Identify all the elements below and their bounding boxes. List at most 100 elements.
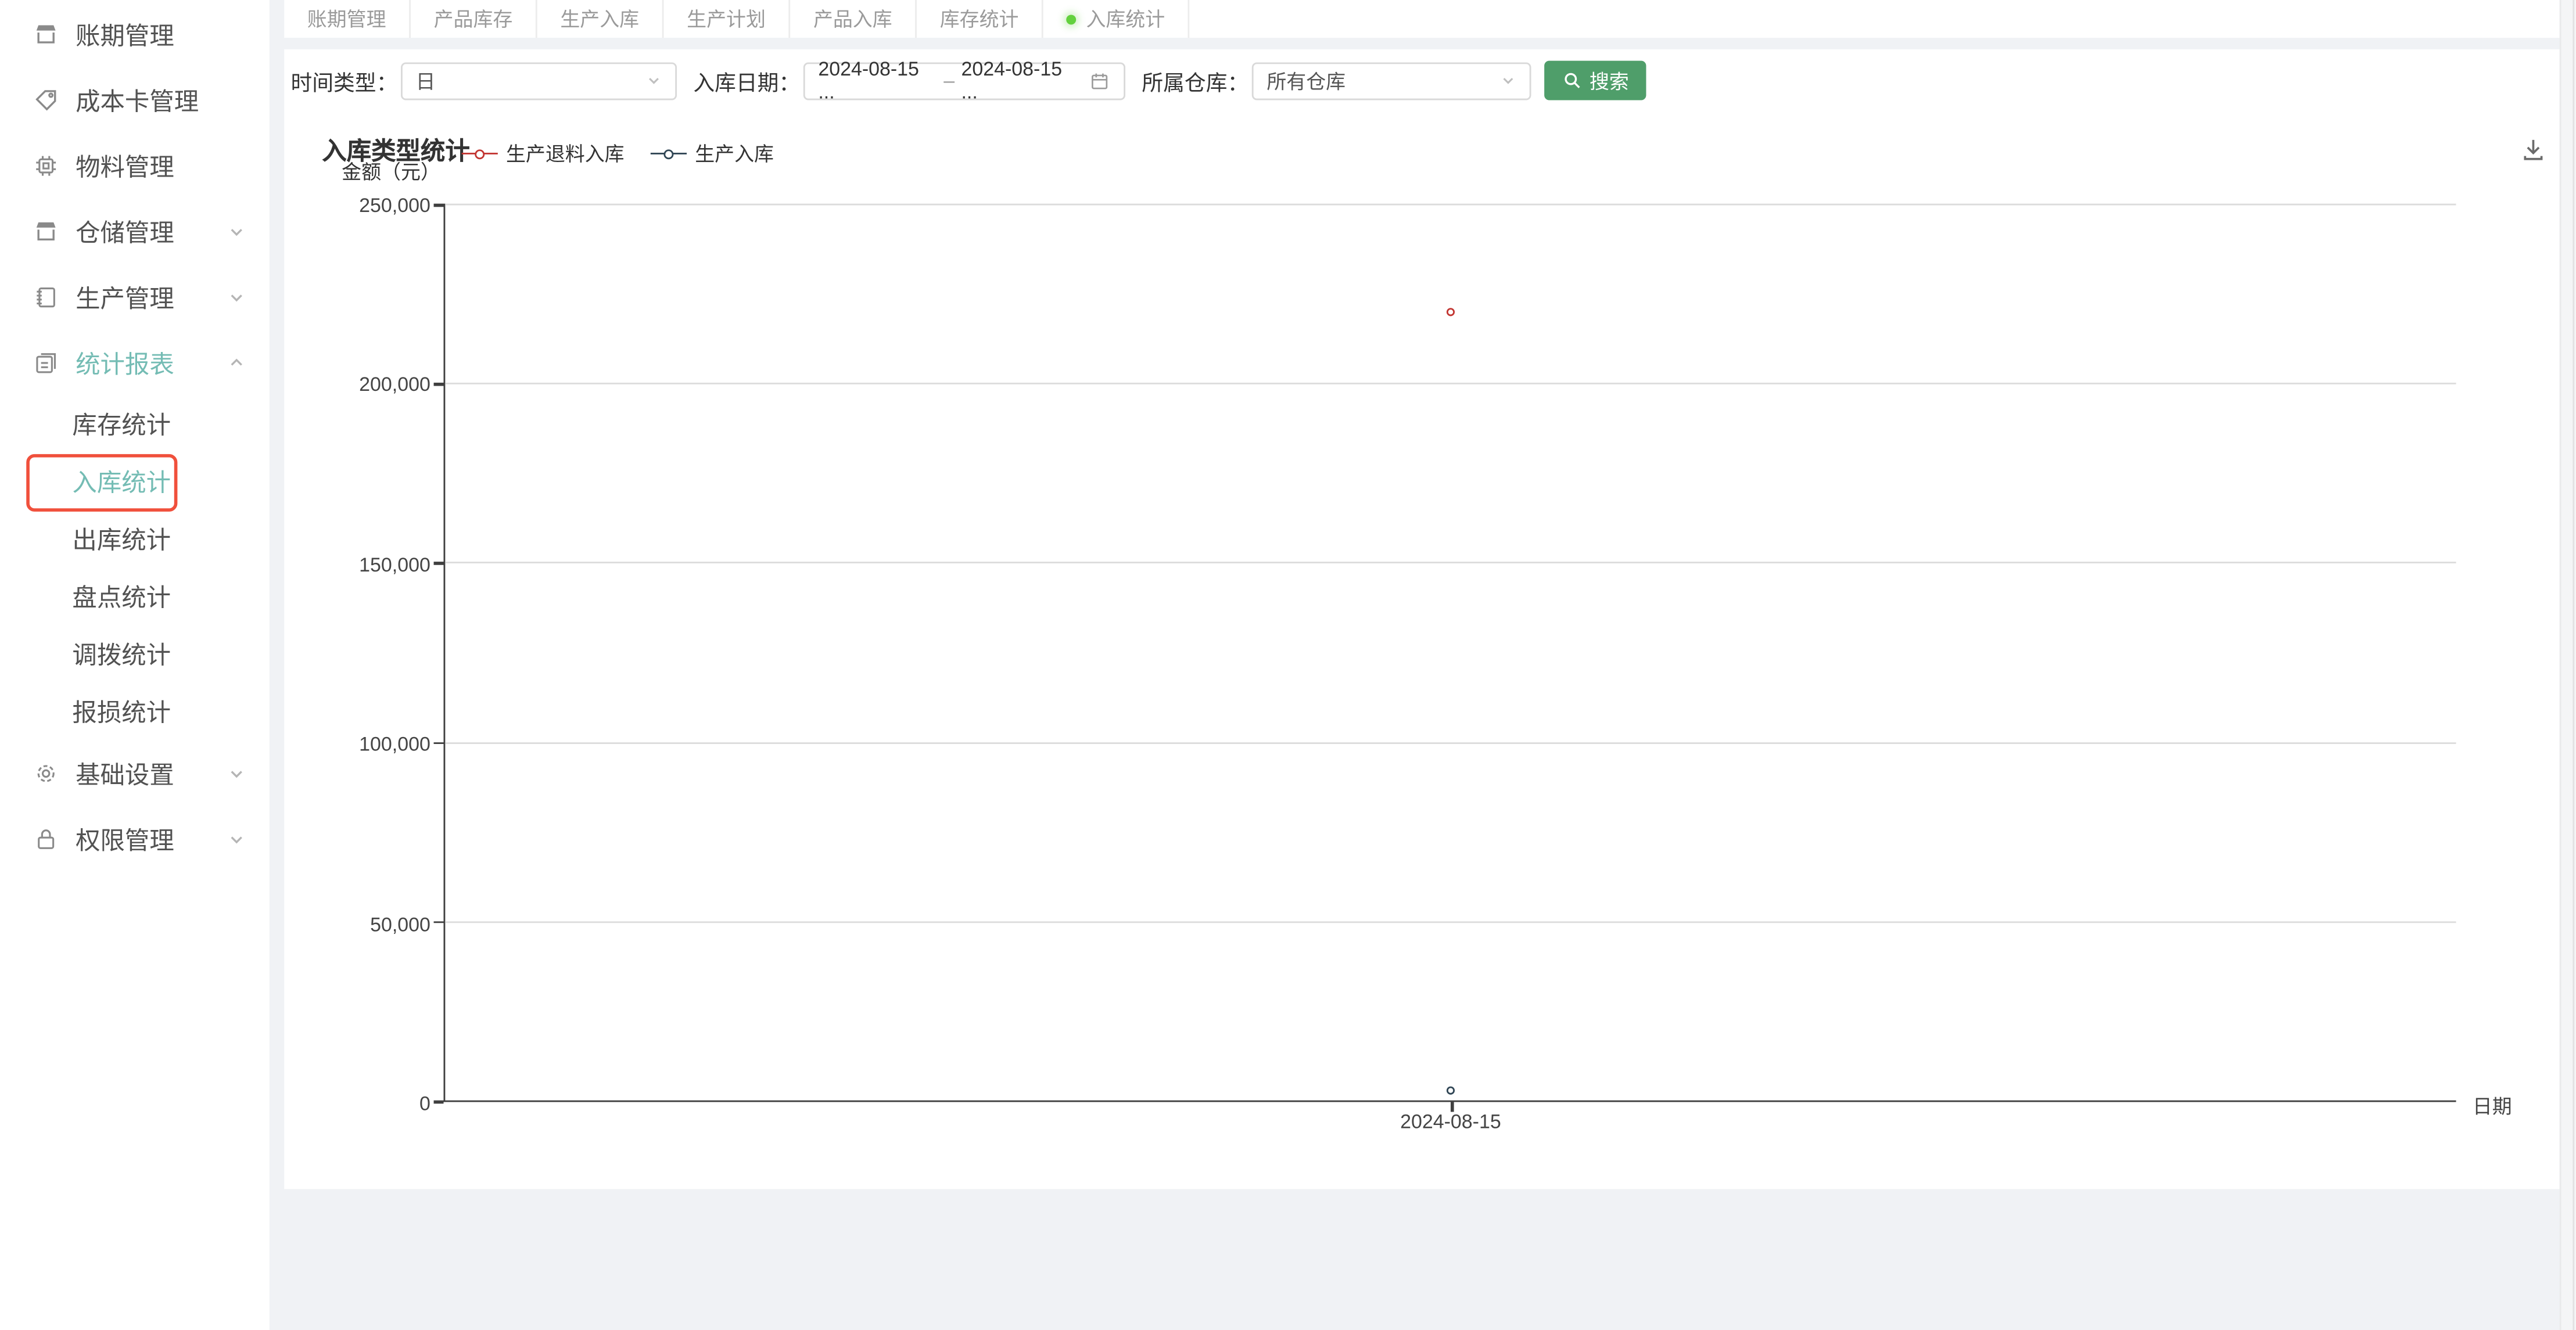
gridline [445,921,2456,923]
tag-icon [33,87,59,113]
sidebar-item-label: 生产管理 [76,280,174,314]
tab-label: 账期管理 [307,5,386,33]
y-tick-label: 250,000 [359,194,430,217]
shop-icon [33,21,59,48]
chevron-down-icon [227,287,246,307]
y-tick-label: 0 [419,1092,430,1115]
sidebar-item-materials[interactable]: 物料管理 [0,133,270,199]
chevron-down-icon [1500,72,1516,88]
warehouse-value: 所有仓库 [1267,67,1346,95]
sidebar-item-label: 报损统计 [72,695,171,729]
warehouse-label: 所属仓库： [1142,65,1248,96]
x-axis-title: 日期 [2473,1092,2512,1120]
content-area: 账期管理 产品库存 生产入库 生产计划 产品入库 库存统计 入库统计 时间类型：… [284,0,2576,1330]
y-axis-tick [434,921,444,923]
tab-product-inventory[interactable]: 产品库存 [411,0,537,38]
tab-label: 库存统计 [940,5,1019,33]
data-point[interactable] [1447,307,1455,315]
date-start-value: 2024-08-15 ... [818,57,937,103]
legend-label: 生产入库 [695,139,774,167]
gridline [445,204,2456,206]
time-type-select[interactable]: 日 [401,62,677,99]
sidebar-item-reports[interactable]: 统计报表 [0,330,270,396]
sidebar-item-label: 库存统计 [72,407,171,441]
warehouse-select[interactable]: 所有仓库 [1252,62,1531,99]
sidebar-item-label: 仓储管理 [76,214,174,249]
tab-label: 入库统计 [1086,5,1165,33]
sidebar-item-label: 成本卡管理 [76,83,199,117]
y-tick-label: 100,000 [359,733,430,756]
legend-marker [462,146,498,161]
sidebar-item-permissions[interactable]: 权限管理 [0,806,270,872]
tab-inventory-stats[interactable]: 库存统计 [917,0,1043,38]
sidebar-item-billing-period[interactable]: 账期管理 [0,2,270,67]
sidebar-item-label: 账期管理 [76,17,174,52]
y-tick-label: 200,000 [359,373,430,397]
date-range-separator: – [937,69,961,92]
tab-label: 产品库存 [434,5,513,33]
shop-icon [33,218,59,245]
time-type-label: 时间类型： [291,65,398,96]
sidebar-item-label: 入库统计 [72,465,171,499]
sidebar-item-production[interactable]: 生产管理 [0,264,270,330]
chevron-down-icon [227,764,246,783]
report-icon [33,350,59,376]
vertical-scrollbar[interactable] [2560,0,2576,1330]
tab-inbound-stats[interactable]: 入库统计 [1043,0,1190,38]
sidebar-item-cost-card[interactable]: 成本卡管理 [0,67,270,133]
active-tab-dot [1067,14,1077,24]
gear-icon [33,760,59,786]
calendar-icon [1090,70,1111,91]
filter-bar: 时间类型： 日 入库日期： 2024-08-15 ... – 2024-08-1… [291,61,1646,100]
ledger-icon [33,284,59,310]
sidebar-item-label: 物料管理 [76,149,174,183]
gridline [445,562,2456,564]
legend-item[interactable]: 生产退料入库 [462,139,625,167]
search-button[interactable]: 搜索 [1544,61,1646,100]
tab-product-inbound[interactable]: 产品入库 [790,0,917,38]
sidebar-item-warehouse[interactable]: 仓储管理 [0,199,270,264]
sidebar-item-loss-stats[interactable]: 报损统计 [0,683,270,741]
download-icon[interactable] [2520,136,2546,163]
sidebar-item-inventory-stats[interactable]: 库存统计 [0,396,270,453]
y-axis-labels: 250,000 200,000 150,000 100,000 50,000 0 [307,204,430,1102]
app: 账期管理 成本卡管理 物料管理 仓储管理 [0,0,2576,1330]
tab-production-inbound[interactable]: 生产入库 [537,0,664,38]
y-tick-label: 50,000 [370,912,430,936]
sidebar-item-label: 统计报表 [76,346,174,380]
lock-icon [33,826,59,852]
tab-billing-period[interactable]: 账期管理 [284,0,411,38]
date-range-picker[interactable]: 2024-08-15 ... – 2024-08-15 ... [803,62,1125,99]
sidebar-item-label: 盘点统计 [72,580,171,614]
main-panel: 时间类型： 日 入库日期： 2024-08-15 ... – 2024-08-1… [284,49,2576,1189]
search-icon [1562,71,1581,91]
gridline [445,383,2456,384]
sidebar-item-label: 基础设置 [76,756,174,790]
y-axis-title: 金额（元） [317,157,440,185]
y-tick-label: 150,000 [359,553,430,576]
date-end-value: 2024-08-15 ... [961,57,1080,103]
sidebar-item-outbound-stats[interactable]: 出库统计 [0,511,270,568]
y-axis-tick [434,562,444,565]
chevron-up-icon [227,353,246,373]
y-axis-tick [434,742,444,744]
inbound-date-label: 入库日期： [693,65,800,96]
x-tick-label: 2024-08-15 [1400,1110,1501,1134]
sidebar-item-label: 调拨统计 [72,637,171,671]
legend-marker [651,146,687,161]
y-axis-tick [434,383,444,385]
sidebar: 账期管理 成本卡管理 物料管理 仓储管理 [0,0,270,1330]
sidebar-item-transfer-stats[interactable]: 调拨统计 [0,626,270,683]
sidebar-item-basic-settings[interactable]: 基础设置 [0,741,270,806]
sidebar-item-inbound-stats[interactable]: 入库统计 [0,453,270,511]
chevron-down-icon [645,72,662,88]
tab-label: 生产入库 [560,5,639,33]
data-point[interactable] [1447,1087,1455,1095]
tab-production-plan[interactable]: 生产计划 [664,0,791,38]
sidebar-item-label: 出库统计 [72,522,171,556]
chevron-down-icon [227,222,246,242]
sidebar-item-stocktake-stats[interactable]: 盘点统计 [0,568,270,626]
tab-label: 产品入库 [813,5,892,33]
legend-item[interactable]: 生产入库 [651,139,774,167]
search-button-label: 搜索 [1590,67,1629,95]
